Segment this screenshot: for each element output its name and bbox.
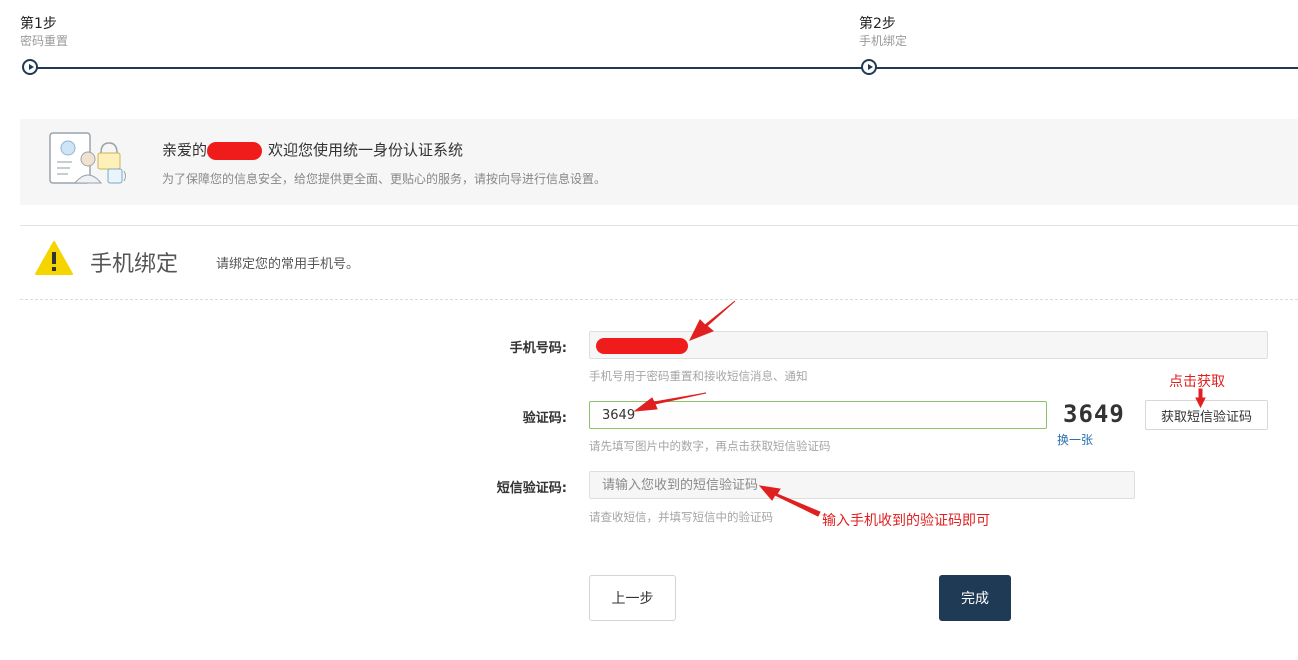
greeting-prefix: 亲爱的 — [162, 141, 208, 159]
identity-card-icon — [49, 132, 126, 184]
sms-code-label: 短信验证码: — [496, 481, 567, 496]
step-1-marker-icon — [22, 59, 38, 75]
phone-hint: 手机号用于密码重置和接收短信消息、通知 — [589, 369, 808, 383]
warning-icon — [35, 241, 73, 275]
progress-line — [30, 67, 1298, 69]
step-1-subtitle: 密码重置 — [20, 34, 69, 48]
captcha-hint: 请先填写图片中的数字，再点击获取短信验证码 — [589, 439, 831, 453]
section-divider — [20, 225, 1298, 226]
step-1-title: 第1步 — [20, 16, 57, 32]
step-2-title: 第2步 — [859, 16, 896, 32]
sms-code-input[interactable] — [589, 471, 1135, 499]
annotation-click-get: 点击获取 — [1169, 374, 1225, 390]
step-2-subtitle: 手机绑定 — [859, 34, 908, 48]
phone-input[interactable] — [589, 331, 1268, 359]
annotation-arrows — [633, 300, 1206, 517]
sms-code-hint: 请查收短信，并填写短信中的验证码 — [589, 510, 773, 524]
step-2-marker-icon — [861, 59, 877, 75]
previous-step-button[interactable]: 上一步 — [589, 575, 676, 621]
dashed-divider — [20, 299, 1298, 300]
get-sms-code-button[interactable]: 获取短信验证码 — [1145, 400, 1268, 430]
welcome-panel: 亲爱的 欢迎您使用统一身份认证系统 为了保障您的信息安全，给您提供更全面、更贴心的… — [20, 119, 1298, 205]
greeting-suffix: 欢迎您使用统一身份认证系统 — [268, 141, 464, 159]
captcha-input[interactable] — [589, 401, 1047, 429]
captcha-label: 验证码: — [522, 411, 567, 426]
welcome-subtitle: 为了保障您的信息安全，给您提供更全面、更贴心的服务，请按向导进行信息设置。 — [162, 172, 607, 186]
welcome-title: 亲爱的 欢迎您使用统一身份认证系统 — [162, 139, 463, 160]
annotation-enter-code: 输入手机收到的验证码即可 — [822, 513, 990, 529]
section-description: 请绑定您的常用手机号。 — [216, 257, 360, 272]
section-title: 手机绑定 — [90, 252, 179, 277]
finish-button[interactable]: 完成 — [939, 575, 1011, 621]
redacted-phone-number — [596, 338, 688, 354]
redacted-username — [207, 141, 263, 160]
phone-label: 手机号码: — [509, 341, 567, 356]
refresh-captcha-link[interactable]: 换一张 — [1057, 431, 1093, 448]
captcha-image: 3649 — [1063, 400, 1125, 428]
